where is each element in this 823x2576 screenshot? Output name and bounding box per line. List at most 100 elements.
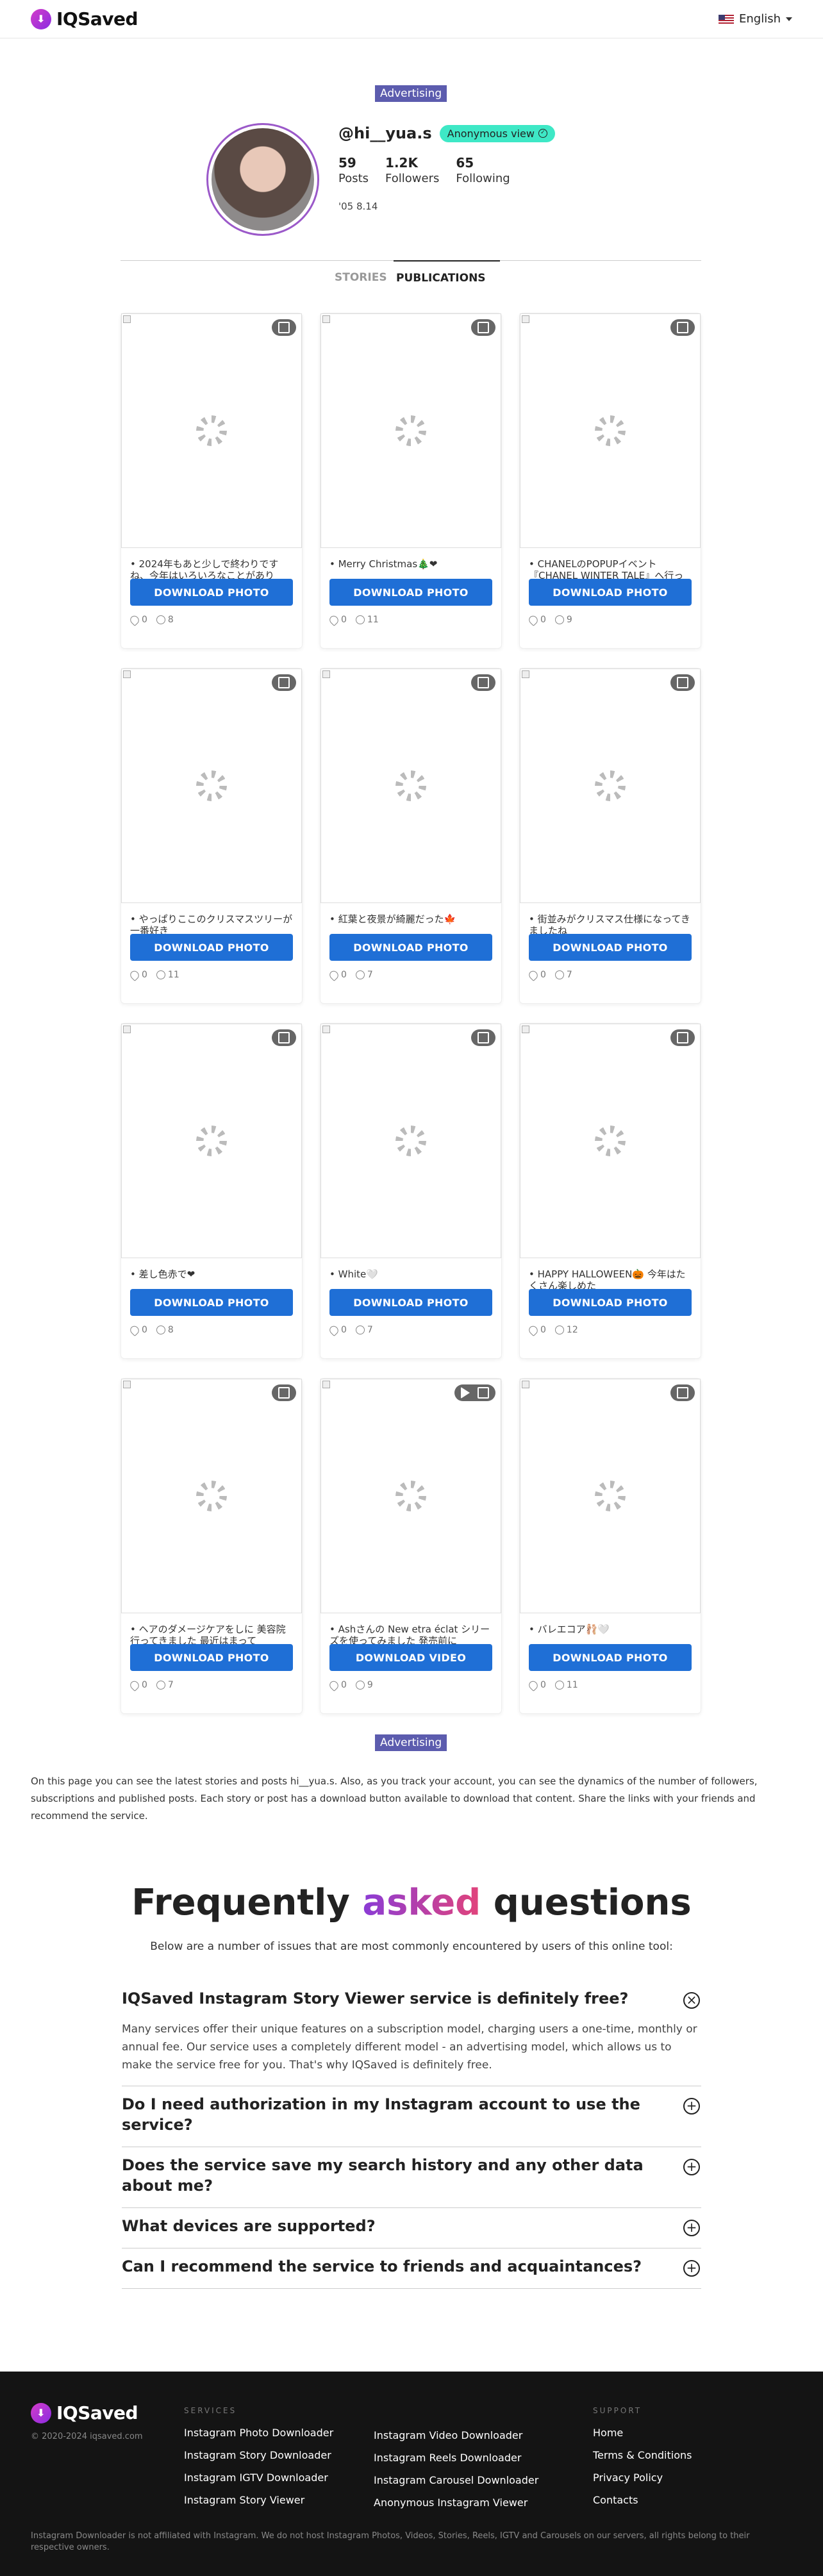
post-thumbnail[interactable]	[520, 313, 701, 548]
faq-item[interactable]: Do I need authorization in my Instagram …	[122, 2086, 701, 2147]
heart-icon	[328, 1679, 340, 1691]
post-thumbnail[interactable]	[520, 669, 701, 903]
comments: 8	[156, 615, 174, 625]
download-button[interactable]: DOWNLOAD PHOTO	[130, 934, 293, 961]
post-card: • 紅葉と夜景が綺麗だった🍁 DOWNLOAD PHOTO 0 7	[320, 668, 502, 1004]
advertising-label: Advertising	[375, 85, 447, 102]
fullscreen-icon[interactable]	[278, 1387, 290, 1399]
media-controls	[272, 674, 296, 691]
post-thumbnail[interactable]	[121, 1024, 302, 1258]
post-thumbnail[interactable]	[520, 1379, 701, 1613]
faq-question[interactable]: Do I need authorization in my Instagram …	[122, 2094, 701, 2135]
plus-icon[interactable]: +	[683, 2220, 700, 2236]
tab-publications[interactable]: PUBLICATIONS	[394, 260, 500, 285]
page-description: On this page you can see the latest stor…	[31, 1775, 758, 1822]
play-icon[interactable]	[461, 1387, 470, 1399]
fullscreen-icon[interactable]	[278, 1032, 290, 1043]
faq-item[interactable]: IQSaved Instagram Story Viewer service i…	[122, 1981, 701, 2086]
post-thumbnail[interactable]	[121, 669, 302, 903]
footer-link[interactable]: Home	[593, 2427, 692, 2449]
download-button[interactable]: DOWNLOAD PHOTO	[329, 579, 492, 606]
post-thumbnail[interactable]	[121, 313, 302, 548]
likes: 0	[128, 1679, 147, 1691]
close-icon[interactable]: ×	[683, 1992, 700, 2009]
post-thumbnail[interactable]	[320, 669, 501, 903]
fullscreen-icon[interactable]	[478, 1387, 489, 1399]
footer-logo[interactable]: ⬇ IQSaved	[31, 2402, 138, 2423]
post-card: • Ashさんの New etra éclat シリーズを使ってみました 発売前…	[320, 1378, 502, 1714]
post-thumbnail[interactable]	[320, 1024, 501, 1258]
download-button[interactable]: DOWNLOAD PHOTO	[329, 934, 492, 961]
loading-spinner-icon	[196, 1126, 227, 1156]
footer-link[interactable]: Instagram Carousel Downloader	[374, 2474, 538, 2497]
post-thumbnail[interactable]	[320, 313, 501, 548]
fullscreen-icon[interactable]	[278, 322, 290, 333]
download-button[interactable]: DOWNLOAD PHOTO	[529, 1289, 692, 1316]
post-thumbnail[interactable]	[520, 1024, 701, 1258]
fullscreen-icon[interactable]	[677, 1387, 688, 1399]
fullscreen-icon[interactable]	[478, 1032, 489, 1043]
heart-icon	[128, 1324, 141, 1336]
loading-spinner-icon	[595, 415, 626, 446]
download-button[interactable]: DOWNLOAD PHOTO	[529, 934, 692, 961]
comment-icon	[156, 615, 165, 624]
faq-question[interactable]: What devices are supported?	[122, 2216, 701, 2236]
services-heading: SERVICES	[184, 2406, 237, 2415]
logo[interactable]: ⬇ IQSaved	[31, 8, 138, 29]
footer-link[interactable]: Instagram IGTV Downloader	[184, 2472, 333, 2494]
footer-link[interactable]: Contacts	[593, 2494, 692, 2516]
footer-link[interactable]: Privacy Policy	[593, 2472, 692, 2494]
faq-item[interactable]: Does the service save my search history …	[122, 2147, 701, 2208]
faq-item[interactable]: What devices are supported? +	[122, 2208, 701, 2248]
download-button[interactable]: DOWNLOAD PHOTO	[329, 1289, 492, 1316]
loading-spinner-icon	[595, 770, 626, 801]
download-button[interactable]: DOWNLOAD PHOTO	[130, 1644, 293, 1671]
loading-spinner-icon	[395, 415, 426, 446]
fullscreen-icon[interactable]	[677, 322, 688, 333]
broken-image-icon	[123, 1381, 131, 1388]
faq-list: IQSaved Instagram Story Viewer service i…	[122, 1981, 701, 2289]
likes: 0	[328, 1324, 347, 1336]
footer-link[interactable]: Instagram Photo Downloader	[184, 2427, 333, 2449]
download-button[interactable]: DOWNLOAD PHOTO	[130, 579, 293, 606]
download-button[interactable]: DOWNLOAD PHOTO	[130, 1289, 293, 1316]
download-button[interactable]: DOWNLOAD PHOTO	[529, 1644, 692, 1671]
post-caption: • やっぱりここのクリスマスツリーが一番好き	[130, 913, 293, 934]
post-thumbnail[interactable]	[121, 1379, 302, 1613]
language-selector[interactable]: English	[719, 12, 792, 26]
post-card: • Merry Christmas🎄❤ DOWNLOAD PHOTO 0 11	[320, 313, 502, 649]
likes: 0	[128, 968, 147, 981]
download-button[interactable]: DOWNLOAD VIDEO	[329, 1644, 492, 1671]
site-header: ⬇ IQSaved English	[0, 0, 823, 38]
post-meta: 0 7	[328, 1324, 492, 1336]
faq-question[interactable]: Can I recommend the service to friends a…	[122, 2256, 701, 2277]
fullscreen-icon[interactable]	[478, 322, 489, 333]
footer-link[interactable]: Terms & Conditions	[593, 2449, 692, 2472]
fullscreen-icon[interactable]	[677, 677, 688, 688]
footer-link[interactable]: Anonymous Instagram Viewer	[374, 2497, 538, 2519]
faq-item[interactable]: Can I recommend the service to friends a…	[122, 2248, 701, 2289]
footer-link[interactable]: Instagram Story Downloader	[184, 2449, 333, 2472]
loading-spinner-icon	[196, 1481, 227, 1511]
plus-icon[interactable]: +	[683, 2159, 700, 2175]
chevron-down-icon	[786, 17, 792, 21]
download-button[interactable]: DOWNLOAD PHOTO	[529, 579, 692, 606]
post-meta: 0 12	[527, 1324, 692, 1336]
faq-question[interactable]: Does the service save my search history …	[122, 2155, 701, 2196]
faq-question[interactable]: IQSaved Instagram Story Viewer service i…	[122, 1988, 701, 2009]
footer-link[interactable]: Instagram Reels Downloader	[374, 2452, 538, 2474]
footer-link[interactable]: Instagram Story Viewer	[184, 2494, 333, 2516]
media-controls	[454, 1384, 495, 1401]
footer-link[interactable]: Instagram Video Downloader	[374, 2429, 538, 2452]
comments: 7	[156, 1680, 174, 1690]
plus-icon[interactable]: +	[683, 2260, 700, 2277]
tab-stories[interactable]: STORIES	[335, 261, 387, 284]
plus-icon[interactable]: +	[683, 2098, 700, 2115]
post-thumbnail[interactable]	[320, 1379, 501, 1613]
fullscreen-icon[interactable]	[478, 677, 489, 688]
heart-icon	[128, 968, 141, 981]
fullscreen-icon[interactable]	[677, 1032, 688, 1043]
likes: 0	[328, 613, 347, 626]
fullscreen-icon[interactable]	[278, 677, 290, 688]
comments: 11	[355, 615, 379, 625]
